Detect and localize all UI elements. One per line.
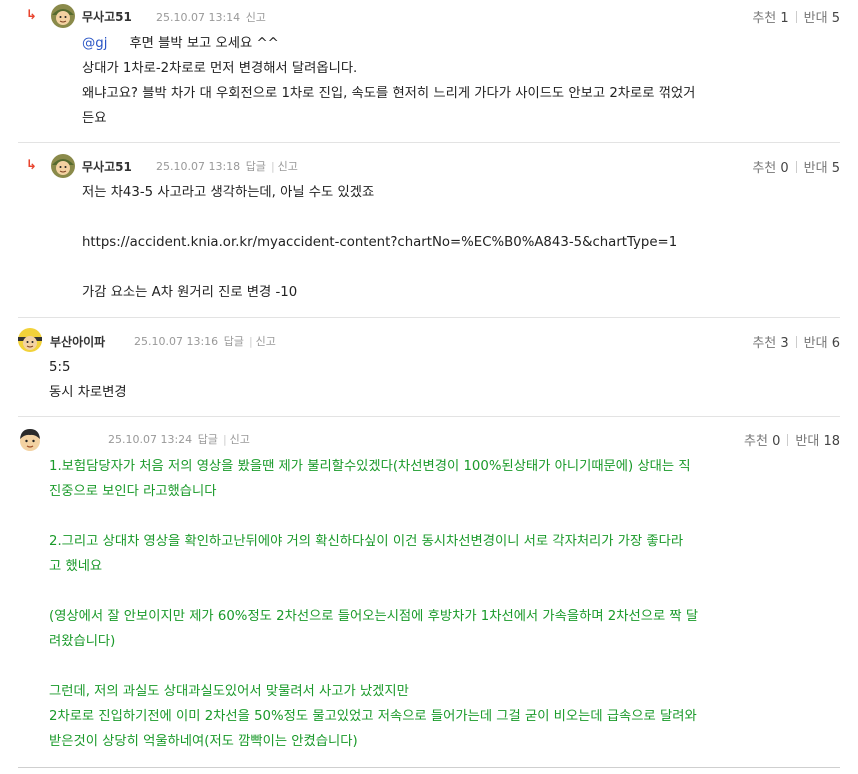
comment-line xyxy=(49,504,698,529)
comment-author[interactable]: 무사고51 xyxy=(82,158,132,175)
upvote-label: 추천 xyxy=(752,161,777,176)
reply-arrow-icon: ↳ xyxy=(26,8,37,23)
divider xyxy=(18,767,840,768)
comment-author[interactable]: 부산아이파 xyxy=(50,333,105,350)
upvote-count: 3 xyxy=(780,336,789,351)
comment-line: 받은것이 상당히 억울하네여(저도 깜빡이는 안켰습니다) xyxy=(49,734,358,749)
upvote-button[interactable]: 추천 1 xyxy=(752,11,788,26)
reply-arrow-icon: ↳ xyxy=(26,158,37,173)
upvote-count: 0 xyxy=(780,161,789,176)
comment-meta: 25.10.07 13:14 신고 xyxy=(156,9,268,25)
reply-link[interactable]: 답글 xyxy=(224,335,244,348)
avatar-helmet-icon xyxy=(51,154,75,178)
comment-line: 2차로로 진입하기전에 이미 2차선을 50%정도 물고있었고 저속으로 들어가… xyxy=(49,709,697,724)
downvote-button[interactable]: 반대 18 xyxy=(795,434,840,449)
comment-line: 2.그리고 상대차 영상을 확인하고난뒤에야 거의 확신하다싶이 이건 동시차선… xyxy=(49,534,684,549)
downvote-button[interactable]: 반대 5 xyxy=(804,161,840,176)
downvote-label: 반대 xyxy=(795,434,820,449)
report-link[interactable]: 신고 xyxy=(256,335,276,348)
comment-line: 든요 xyxy=(82,111,107,126)
upvote-label: 추천 xyxy=(752,11,777,26)
upvote-button[interactable]: 추천 0 xyxy=(752,161,788,176)
comment-time: 25.10.07 13:16 xyxy=(134,335,219,348)
comment-line: 그런데, 저의 과실도 상대과실도있어서 맞물려서 사고가 났겠지만 xyxy=(49,684,409,699)
avatar-helmet-icon xyxy=(51,4,75,28)
comment-line xyxy=(82,255,677,280)
upvote-button[interactable]: 추천 0 xyxy=(744,434,780,449)
vote-box: 추천 0 반대 5 xyxy=(752,157,840,176)
comment-time: 25.10.07 13:18 xyxy=(156,160,241,173)
comment-line: 1.보험담당자가 처음 저의 영상을 봤을땐 제가 불리할수있겠다(차선변경이 … xyxy=(49,459,691,474)
comment-line: 동시 차로변경 xyxy=(49,385,127,400)
comment-time: 25.10.07 13:24 xyxy=(108,433,193,446)
comment-line: 저는 차43-5 사고라고 생각하는데, 아닐 수도 있겠죠 xyxy=(82,185,375,200)
comment-body: 5:5 동시 차로변경 xyxy=(49,355,127,405)
upvote-button[interactable]: 추천 3 xyxy=(752,336,788,351)
comment-body: 1.보험담당자가 처음 저의 영상을 봤을땐 제가 불리할수있겠다(차선변경이 … xyxy=(49,454,698,754)
comment-line xyxy=(82,205,677,230)
comment-link[interactable]: https://accident.knia.or.kr/myaccident-c… xyxy=(82,230,677,255)
comment-author[interactable]: 무사고51 xyxy=(82,8,132,25)
downvote-count: 6 xyxy=(831,336,840,351)
downvote-count: 5 xyxy=(831,11,840,26)
comment-line: 고 했네요 xyxy=(49,559,103,574)
downvote-button[interactable]: 반대 6 xyxy=(804,336,840,351)
vote-box: 추천 0 반대 18 xyxy=(744,430,840,449)
comment-item-4: 25.10.07 13:24 답글 | 신고 추천 0 반대 18 1.보험담당자가 … xyxy=(0,417,858,767)
upvote-count: 1 xyxy=(780,11,789,26)
downvote-label: 반대 xyxy=(803,161,828,176)
downvote-count: 5 xyxy=(831,161,840,176)
comment-line: 려왔습니다) xyxy=(49,634,116,649)
report-link[interactable]: 신고 xyxy=(246,11,266,24)
comment-time: 25.10.07 13:14 xyxy=(156,11,241,24)
avatar-bee-icon xyxy=(18,328,42,352)
avatar-boy-icon xyxy=(20,429,40,451)
comment-body: @gj 후면 블박 보고 오세요 ^^ 상대가 1차로-2차로로 먼저 변경해서 … xyxy=(82,31,695,131)
downvote-button[interactable]: 반대 5 xyxy=(804,11,840,26)
reply-link[interactable]: 답글 xyxy=(198,433,218,446)
downvote-count: 18 xyxy=(823,434,840,449)
comment-meta: 25.10.07 13:24 답글 | 신고 xyxy=(108,433,250,446)
comment-reply-2: ↳ 무사고51 25.10.07 13:18 답글 | 신고 추천 0 반대 5 저는… xyxy=(0,143,858,317)
upvote-label: 추천 xyxy=(744,434,768,449)
comment-meta: 25.10.07 13:18 답글 | 신고 xyxy=(156,160,298,173)
comment-line: 왜냐고요? 블박 차가 대 우회전으로 1차로 진입, 속도를 현저히 느리게 … xyxy=(82,86,696,101)
report-link[interactable]: 신고 xyxy=(278,160,298,173)
comment-line: 진중으로 보인다 라고했습니다 xyxy=(49,484,217,499)
comment-line: 상대가 1차로-2차로로 먼저 변경해서 달려옵니다. xyxy=(82,61,358,76)
reply-link[interactable]: 답글 xyxy=(246,160,266,173)
downvote-label: 반대 xyxy=(803,336,828,351)
downvote-label: 반대 xyxy=(803,11,828,26)
comment-item-3: 부산아이파 25.10.07 13:16 답글 | 신고 추천 3 반대 6 5:5 … xyxy=(0,318,858,416)
vote-box: 추천 1 반대 5 xyxy=(752,7,840,26)
upvote-count: 0 xyxy=(772,434,781,449)
comment-line: 가감 요소는 A차 원거리 진로 변경 -10 xyxy=(82,285,298,300)
comment-meta: 25.10.07 13:16 답글 | 신고 xyxy=(134,335,276,348)
comment-line: 후면 블박 보고 오세요 ^^ xyxy=(129,36,279,51)
comment-line xyxy=(49,654,698,679)
comment-line: (영상에서 잘 안보이지만 제가 60%정도 2차선으로 들어오는시점에 후방차… xyxy=(49,609,699,624)
report-link[interactable]: 신고 xyxy=(230,433,250,446)
comment-body: 저는 차43-5 사고라고 생각하는데, 아닐 수도 있겠죠 https://a… xyxy=(82,180,677,305)
comment-reply-1: ↳ 무사고51 25.10.07 13:14 신고 추천 1 반대 5 @gj 후면… xyxy=(0,0,858,142)
comment-line xyxy=(49,579,698,604)
upvote-label: 추천 xyxy=(752,336,777,351)
comment-line: 5:5 xyxy=(49,360,71,375)
mention-link[interactable]: @gj xyxy=(82,36,107,51)
vote-box: 추천 3 반대 6 xyxy=(752,332,840,351)
